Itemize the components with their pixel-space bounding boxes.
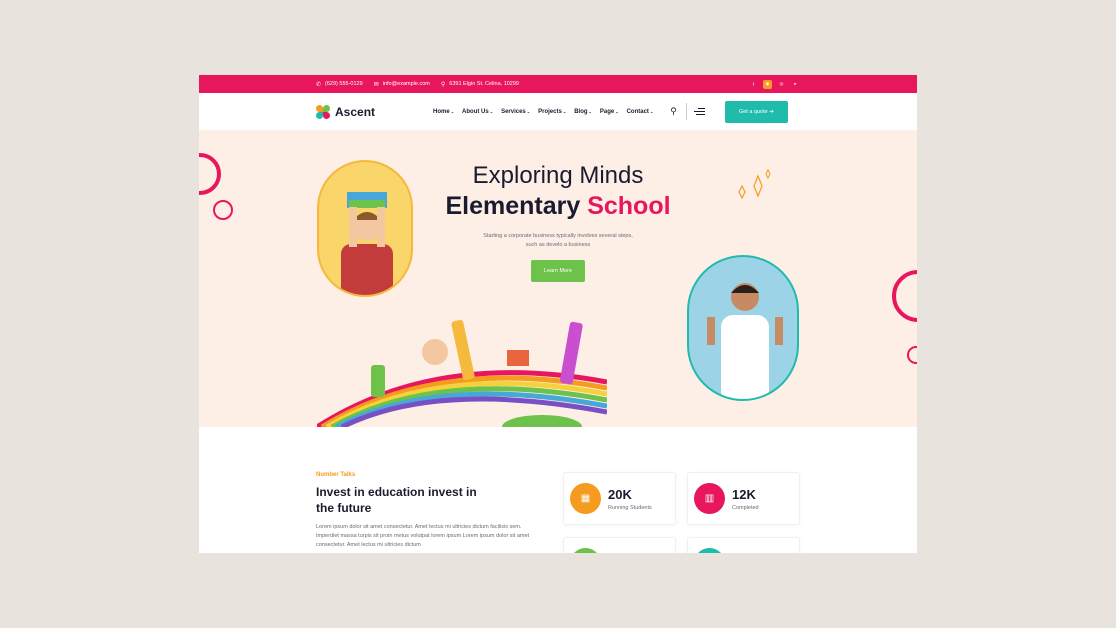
decor-ring [907,346,917,364]
stats-title: Invest in education invest in the future [316,485,477,515]
rainbow-illustration [317,319,607,427]
nav-item-home[interactable]: Home⌄ [433,109,454,115]
get-quote-label: Get a quote [738,108,768,115]
stat-icon [694,548,725,553]
stat-label: Completed [732,504,759,511]
nav-menu: Home⌄ About Us⌄ Services⌄ Projects⌄ Blog… [433,109,653,115]
hero-student-image-2 [687,255,799,401]
hero-tagline: Exploring Minds [472,162,644,189]
stat-card-completed: ▥ 12K Completed [687,472,800,525]
stats-label: Number Talks [316,472,356,478]
mail-icon: ✉ [373,81,379,88]
nav-item-blog[interactable]: Blog⌄ [574,109,592,115]
get-quote-button[interactable]: Get a quote ➔ [724,100,788,123]
stats-description: Lorem ipsum dolor sit amet consectetur. … [316,524,530,548]
decor-ring [892,270,917,322]
logo-icon [316,104,330,119]
hero-title-main: Elementary [445,192,581,220]
chevron-down-icon: ⌄ [489,108,494,114]
nav-item-projects[interactable]: Projects⌄ [538,109,566,115]
location-icon: ⚲ [440,81,446,88]
arrow-right-icon: ➔ [769,108,774,115]
youtube-icon[interactable]: ▸ [791,80,800,89]
instagram-icon[interactable]: ◎ [777,80,786,89]
chevron-down-icon: ⌄ [588,108,592,114]
chevron-down-icon: ⌄ [526,108,531,114]
chevron-down-icon: ⌄ [615,108,619,114]
nav-item-services[interactable]: Services⌄ [501,109,530,115]
stat-card [563,537,676,553]
nav-item-about[interactable]: About Us⌄ [462,109,493,115]
facebook-icon[interactable]: f [749,80,758,89]
hero-section: Exploring Minds Elementary School Starti… [199,130,917,427]
phone-info[interactable]: ✆ (629) 555-0129 [316,81,363,88]
hero-title-accent: School [587,192,671,220]
rss-icon[interactable]: ◉ [763,79,772,89]
stat-icon [570,548,601,553]
classroom-icon: ▦ [570,483,601,514]
chevron-down-icon: ⌄ [562,108,567,114]
logo[interactable]: Ascent [316,104,376,119]
logo-text: Ascent [335,104,376,119]
social-links: f ◉ ◎ ▸ [749,79,800,89]
chevron-down-icon: ⌄ [649,108,654,114]
email-text: info@example.com [382,81,430,87]
phone-icon: ✆ [316,81,322,88]
hamburger-menu-icon[interactable] [693,107,705,116]
book-icon: ▥ [694,483,725,514]
learn-more-button[interactable]: Learn More [531,260,585,282]
phone-text: (629) 555-0129 [325,81,363,87]
chevron-down-icon: ⌄ [450,108,455,114]
nav-item-page[interactable]: Page⌄ [600,109,619,115]
stat-label: Running Students [608,504,652,511]
main-nav: Ascent Home⌄ About Us⌄ Services⌄ Project… [199,93,917,130]
stat-card [687,537,800,553]
hero-description: Starting a corporate business typically … [483,233,633,248]
search-icon[interactable]: ⚲ [670,106,677,117]
address-info: ⚲ 6391 Elgin St. Celina, 10299 [441,81,519,88]
stat-card-students: ▦ 20K Running Students [563,472,676,525]
email-info[interactable]: ✉ info@example.com [374,81,430,88]
page-frame: ✆ (629) 555-0129 ✉ info@example.com ⚲ 6391 … [199,75,917,553]
nav-item-contact[interactable]: Contact⌄ [627,109,654,115]
address-text: 6391 Elgin St. Celina, 10299 [449,81,519,87]
stat-value: 12K [732,486,756,502]
top-bar: ✆ (629) 555-0129 ✉ info@example.com ⚲ 6391 … [199,75,917,93]
hero-title: Elementary School [199,192,917,221]
stat-value: 20K [608,486,632,502]
nav-divider [685,103,687,120]
